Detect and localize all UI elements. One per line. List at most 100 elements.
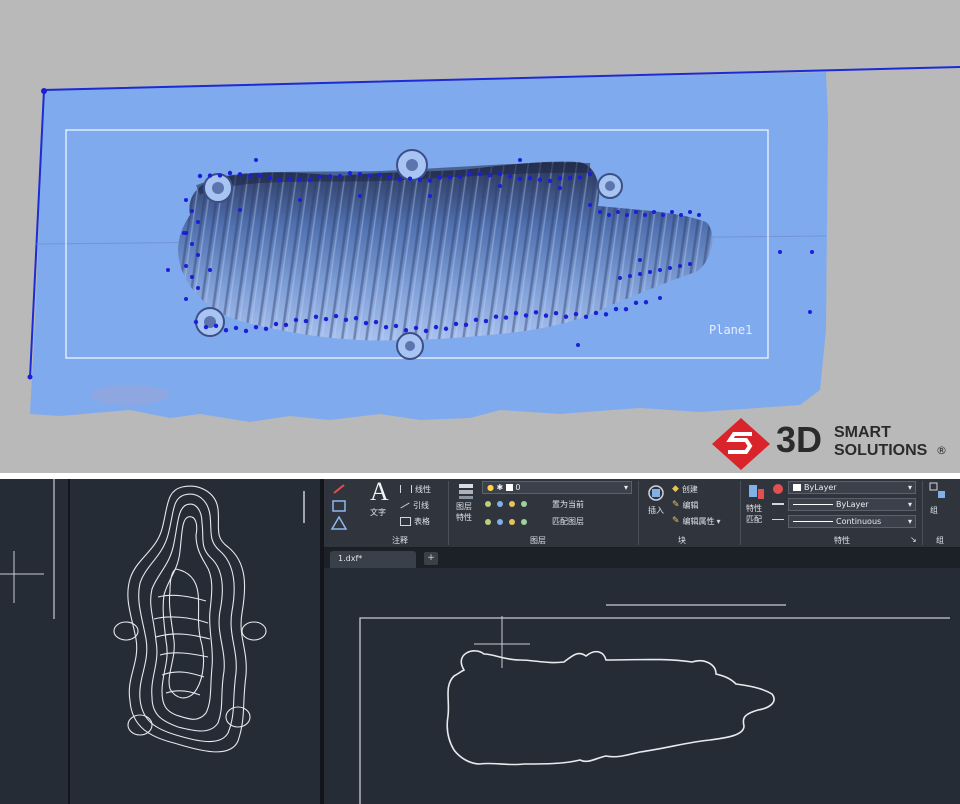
sample-point bbox=[447, 174, 453, 180]
table-icon bbox=[400, 516, 411, 526]
linear-dim-icon bbox=[400, 485, 412, 493]
sample-point bbox=[227, 170, 233, 176]
dim-leader-item[interactable]: 引线 bbox=[400, 497, 446, 513]
lineweight-sample bbox=[793, 504, 833, 505]
cad-middle-viewport[interactable] bbox=[70, 479, 320, 804]
sample-point bbox=[625, 213, 629, 217]
sample-point bbox=[661, 213, 665, 217]
group-icon[interactable] bbox=[928, 481, 948, 501]
match-properties-icon[interactable] bbox=[746, 481, 768, 503]
sample-point bbox=[197, 173, 203, 179]
sample-point bbox=[563, 314, 569, 319]
left-viewport-canvas bbox=[0, 479, 55, 619]
panel-title-group[interactable]: 组 bbox=[936, 535, 944, 546]
sample-point bbox=[353, 316, 359, 321]
sample-point bbox=[638, 258, 642, 262]
sample-point bbox=[527, 175, 533, 181]
sample-point bbox=[688, 262, 692, 266]
match-properties-label[interactable]: 特性 匹配 bbox=[746, 503, 762, 525]
edit-attributes-item[interactable]: ✎ 编辑属性 ▾ bbox=[672, 513, 721, 529]
sample-point bbox=[423, 328, 429, 334]
sample-point bbox=[567, 175, 573, 181]
lineweight-dropdown[interactable]: ByLayer ▾ bbox=[788, 498, 916, 511]
layer-color-swatch bbox=[505, 484, 513, 491]
scan-viewport[interactable]: Plane1 3D SMART SOLUTIONS ® bbox=[0, 0, 960, 473]
sample-point bbox=[413, 325, 419, 331]
sample-point bbox=[190, 209, 194, 213]
sample-point bbox=[337, 173, 343, 179]
dim-tools: 线性 引线 表格 bbox=[400, 481, 446, 529]
scan-texture-patch bbox=[90, 385, 170, 405]
sample-point bbox=[443, 326, 449, 331]
sample-point bbox=[697, 213, 701, 217]
sample-point bbox=[343, 317, 349, 323]
sample-point bbox=[223, 328, 229, 333]
ribbon-panel-group: 组 组 bbox=[926, 479, 960, 547]
sample-point bbox=[287, 176, 293, 182]
sample-point bbox=[267, 175, 273, 181]
ribbon-panel-block: 插入 ◆ 创建 ✎ 编辑 ✎ 编辑属性 ▾ 块 bbox=[642, 479, 738, 547]
panel-title-annotation[interactable]: 注释 bbox=[392, 535, 408, 546]
edit-block-item[interactable]: ✎ 编辑 bbox=[672, 497, 721, 513]
sample-point bbox=[633, 300, 639, 306]
sun-icon: ✱ bbox=[496, 483, 504, 492]
group-label[interactable]: 组 bbox=[930, 505, 938, 516]
sample-point bbox=[588, 203, 592, 207]
layer-properties-icon[interactable] bbox=[456, 481, 478, 501]
dim-linear-item[interactable]: 线性 bbox=[400, 481, 446, 497]
sample-point bbox=[557, 176, 563, 181]
sample-point bbox=[463, 322, 469, 328]
sample-point bbox=[193, 319, 199, 325]
properties-launcher-icon[interactable]: ↘ bbox=[910, 535, 917, 544]
sample-point bbox=[403, 328, 409, 333]
insert-label[interactable]: 插入 bbox=[648, 505, 664, 516]
sample-point bbox=[397, 177, 403, 182]
dim-table-item[interactable]: 表格 bbox=[400, 513, 446, 529]
sample-point bbox=[273, 321, 279, 327]
ribbon-panel-annotation: A 文字 线性 引线 表格 注释 bbox=[324, 479, 448, 547]
sample-point bbox=[634, 210, 638, 214]
text-tool-label[interactable]: 文字 bbox=[370, 507, 386, 518]
sample-point bbox=[358, 194, 362, 198]
panel-title-properties[interactable]: 特性 bbox=[834, 535, 850, 546]
set-current-layer-button[interactable]: 置为当前 bbox=[552, 499, 584, 510]
file-tab-bar: 1.dxf* + bbox=[324, 548, 960, 568]
sample-point bbox=[237, 172, 243, 177]
sample-point bbox=[467, 171, 473, 176]
layer-tool-icons[interactable] bbox=[482, 497, 542, 533]
create-block-item[interactable]: ◆ 创建 bbox=[672, 481, 721, 497]
linetype-dropdown[interactable]: Continuous ▾ bbox=[788, 515, 916, 528]
panel-title-layers[interactable]: 图层 bbox=[530, 535, 546, 546]
sample-point bbox=[808, 310, 812, 314]
color-dropdown[interactable]: ByLayer ▾ bbox=[788, 481, 916, 494]
layer-properties-label[interactable]: 图层 特性 bbox=[456, 501, 472, 523]
match-layer-button[interactable]: 匹配图层 bbox=[552, 516, 584, 527]
sample-point bbox=[523, 313, 529, 318]
text-tool-icon[interactable]: A bbox=[370, 479, 389, 507]
sample-point bbox=[497, 171, 503, 177]
sample-point bbox=[377, 172, 383, 177]
cad-model-view[interactable] bbox=[324, 568, 960, 804]
cad-left-viewport[interactable] bbox=[0, 479, 68, 804]
sample-point bbox=[190, 275, 194, 279]
new-tab-button[interactable]: + bbox=[424, 552, 438, 565]
sample-point bbox=[217, 173, 223, 178]
edit-attributes-icon: ✎ bbox=[672, 516, 680, 526]
sample-point bbox=[417, 177, 423, 183]
sample-point bbox=[184, 264, 188, 268]
insert-block-icon[interactable] bbox=[646, 483, 668, 503]
sample-point bbox=[628, 274, 632, 278]
sample-point bbox=[652, 210, 656, 214]
file-tab-name: 1.dxf* bbox=[338, 554, 363, 563]
layer-dropdown[interactable]: ● ✱ 0 ▾ bbox=[482, 481, 632, 494]
sample-point bbox=[518, 158, 522, 162]
logo-3d: 3D bbox=[776, 419, 823, 460]
sample-point bbox=[658, 296, 662, 300]
sample-point bbox=[428, 194, 432, 198]
sample-point bbox=[477, 171, 483, 177]
draw-tools-icons[interactable] bbox=[330, 483, 350, 539]
file-tab[interactable]: 1.dxf* bbox=[330, 551, 416, 568]
panel-title-block[interactable]: 块 bbox=[678, 535, 686, 546]
sample-point bbox=[208, 268, 212, 272]
sample-point bbox=[293, 317, 299, 323]
